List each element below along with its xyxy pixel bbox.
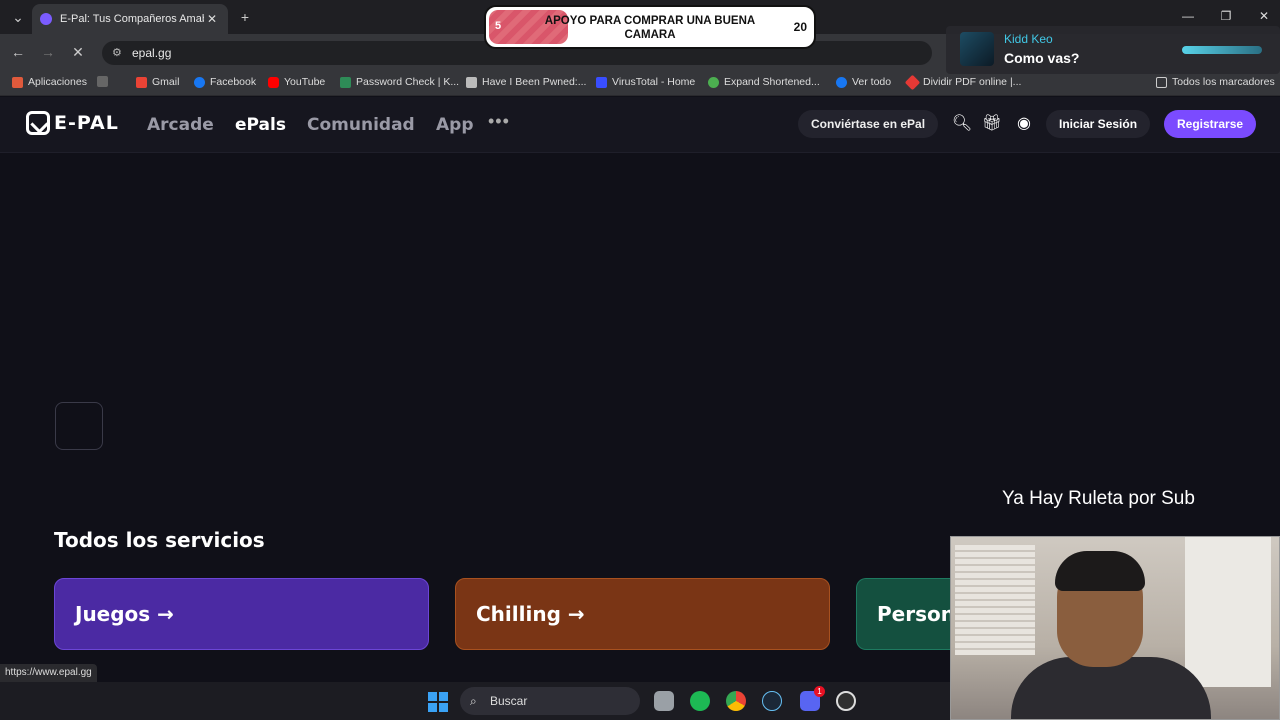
windows-start-icon[interactable] [428,692,448,712]
nav-comunidad[interactable]: Comunidad [307,115,415,135]
service-card-persona[interactable]: Persona [856,578,950,650]
facebook-icon [194,76,205,88]
bookmark-dividir-pdf[interactable]: Dividir PDF online |... [904,74,1022,90]
bookmark-label: Ver todo [852,76,892,88]
nav-arcade[interactable]: Arcade [147,115,214,135]
pdf-heart-icon [904,74,921,90]
tab-title: E-Pal: Tus Compañeros Amables [60,13,204,25]
goal-text: APOYO PARA COMPRAR UNA BUENA CAMARA [544,15,756,41]
bookmark-label: VirusTotal - Home [612,76,696,88]
discord-icon[interactable]: ◉ [1013,113,1035,135]
windows-taskbar: ⌕ Buscar 1 [0,682,950,720]
search-icon[interactable]: 🔍︎ [951,113,973,135]
goal-start-value: 5 [495,20,502,32]
epal-favicon-icon [40,13,52,25]
service-card-chilling[interactable]: Chilling → [455,578,830,650]
spotify-icon[interactable] [690,691,710,711]
youtube-icon [268,76,279,88]
bookmark-expand-shortened[interactable]: Expand Shortened... [708,76,820,88]
chrome-icon[interactable] [726,691,746,711]
chat-avatar [960,32,994,66]
file-explorer-icon[interactable] [654,691,674,711]
logo-text: E-PAL [54,112,119,134]
bookmark-label: Password Check | K... [356,76,460,88]
virustotal-icon [596,76,607,88]
bookmark-label: Facebook [210,76,257,88]
search-placeholder: Buscar [490,694,528,708]
section-title: Todos los servicios [54,528,265,552]
bookmark-label: Have I Been Pwned:... [482,76,587,88]
goal-end-value: 20 [793,20,807,34]
bookmark-label: Dividir PDF online |... [923,76,1022,88]
forward-button[interactable]: → [38,42,58,62]
browser-tab[interactable]: E-Pal: Tus Compañeros Amables ✕ [32,4,228,34]
address-url: epal.gg [132,46,172,60]
epal-cat-icon [26,111,50,135]
webcam-whiteboard [1185,537,1271,687]
all-bookmarks-folder[interactable]: Todos los marcadores [1156,76,1275,88]
search-icon: ⌕ [470,694,477,708]
back-button[interactable]: ← [8,42,28,62]
bookmark-facebook[interactable]: Facebook [194,76,256,88]
register-button[interactable]: Registrarse [1164,110,1257,138]
taskbar-search[interactable]: ⌕ Buscar [460,687,640,715]
bookmark-label: Todos los marcadores [1172,76,1275,88]
obs-icon[interactable] [836,691,856,711]
gift-icon[interactable]: 🎁︎ [981,113,1003,135]
notification-badge: 1 [814,686,825,697]
facebook-icon [836,76,847,88]
donation-goal-overlay: 5 APOYO PARA COMPRAR UNA BUENA CAMARA 20 [484,5,816,49]
grid-icon [97,76,108,87]
webcam-window-blinds [955,545,1035,655]
steam-icon[interactable] [762,691,782,711]
webcam-person-hair [1055,551,1145,591]
chat-username: Kidd Keo [1004,32,1053,46]
tab-search-button[interactable]: ⌄ [8,7,28,27]
more-menu-icon[interactable]: ••• [488,111,510,132]
chat-timer-bar [1182,46,1262,54]
bookmark-password-check[interactable]: Password Check | K... [340,76,459,88]
epal-logo[interactable]: E-PAL [26,111,119,135]
bookmark-gmail[interactable]: Gmail [136,76,179,88]
bookmark-label: YouTube [284,76,326,88]
bookmark-ver-todo[interactable]: Ver todo [836,76,891,88]
nav-epals[interactable]: ePals [235,115,286,135]
minimize-button[interactable]: — [1174,6,1202,26]
apps-grid-icon [12,76,23,88]
nav-app[interactable]: App [436,115,474,135]
bookmark-label: Expand Shortened... [724,76,820,88]
bookmark-label: Aplicaciones [28,76,87,88]
chrome-icon [708,76,719,88]
site-settings-icon[interactable]: ⚙ [112,41,122,65]
stop-loading-button[interactable]: ✕ [68,42,88,62]
hibp-icon [466,76,477,88]
loading-placeholder [55,402,103,450]
new-tab-button[interactable]: + [235,7,255,27]
bookmark-label: Gmail [152,76,180,88]
kaspersky-icon [340,76,351,88]
folder-icon [1156,76,1167,88]
login-button[interactable]: Iniciar Sesión [1046,110,1151,138]
bookmark-apps[interactable]: Aplicaciones [12,76,87,88]
bookmark-virustotal[interactable]: VirusTotal - Home [596,76,695,88]
bookmark-youtube[interactable]: YouTube [268,76,325,88]
tab-groups-icon[interactable] [97,76,113,87]
maximize-button[interactable]: ❐ [1212,6,1240,26]
chat-message: Como vas? [1004,50,1080,66]
discord-icon[interactable]: 1 [800,686,825,711]
chat-message-overlay: Kidd Keo Como vas? [946,26,1280,74]
stream-caption: Ya Hay Ruleta por Sub [1002,488,1195,509]
become-epal-button[interactable]: Conviértase en ePal [798,110,939,138]
tab-close-icon[interactable]: ✕ [204,12,220,26]
site-header: E-PAL Arcade ePals Comunidad App ••• Con… [0,97,1280,153]
gmail-icon [136,76,147,88]
status-bar-url: https://www.epal.gg [0,664,97,682]
webcam-feed [950,536,1280,720]
bookmark-hibp[interactable]: Have I Been Pwned:... [466,76,586,88]
close-window-button[interactable]: ✕ [1250,6,1278,26]
service-card-juegos[interactable]: Juegos → [54,578,429,650]
